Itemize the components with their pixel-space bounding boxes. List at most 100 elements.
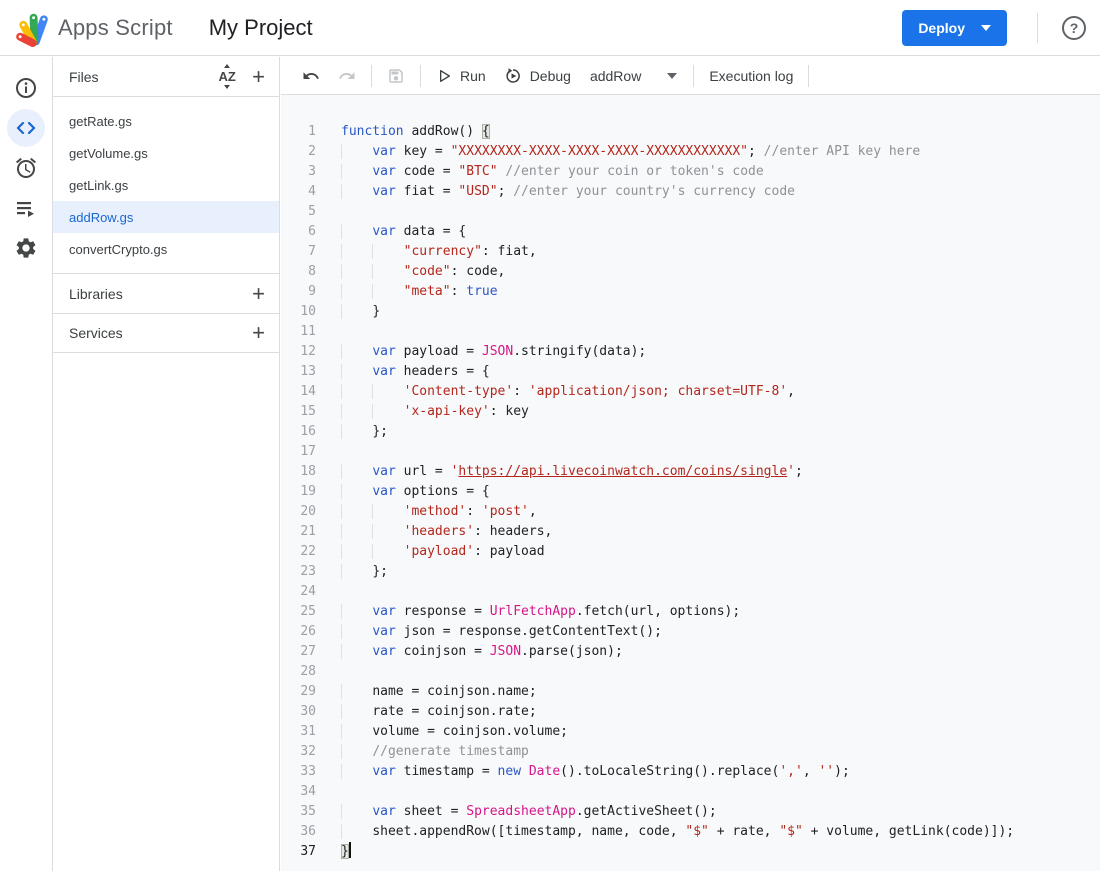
code-line[interactable]: 13 var headers = { <box>281 362 1100 382</box>
add-library-icon[interactable]: + <box>252 282 265 304</box>
add-file-icon[interactable]: + <box>252 65 265 87</box>
code-line[interactable]: 22 'payload': payload <box>281 542 1100 562</box>
code-line[interactable]: 21 'headers': headers, <box>281 522 1100 542</box>
code-line[interactable]: 25 var response = UrlFetchApp.fetch(url,… <box>281 602 1100 622</box>
line-number: 14 <box>300 384 316 399</box>
info-icon <box>16 78 36 98</box>
line-number: 31 <box>300 724 316 739</box>
code-line[interactable]: 32 //generate timestamp <box>281 742 1100 762</box>
code-text: 'Content-type': 'application/json; chars… <box>316 382 795 402</box>
line-number: 29 <box>300 684 316 699</box>
undo-button[interactable] <box>293 61 329 91</box>
line-number: 11 <box>300 324 316 339</box>
code-text: "code": code, <box>316 262 505 282</box>
code-text: var json = response.getContentText(); <box>316 622 662 642</box>
code-line[interactable]: 9 "meta": true <box>281 282 1100 302</box>
gear-icon <box>16 238 36 258</box>
code-line[interactable]: 35 var sheet = SpreadsheetApp.getActiveS… <box>281 802 1100 822</box>
code-line[interactable]: 27 var coinjson = JSON.parse(json); <box>281 642 1100 662</box>
code-line[interactable]: 30 rate = coinjson.rate; <box>281 702 1100 722</box>
save-icon <box>389 68 403 83</box>
code-line[interactable]: 31 volume = coinjson.volume; <box>281 722 1100 742</box>
code-editor[interactable]: 1 function addRow() {2 var key = "XXXXXXX… <box>281 95 1100 871</box>
code-text: 'headers': headers, <box>316 522 552 542</box>
apps-script-logo-icon[interactable] <box>12 8 52 48</box>
line-number: 12 <box>300 344 316 359</box>
code-text: var options = { <box>316 482 490 502</box>
sidebar-item-settings[interactable] <box>7 229 45 267</box>
line-number: 27 <box>300 644 316 659</box>
libraries-section: Libraries + <box>53 273 279 313</box>
debug-button[interactable]: Debug <box>495 61 580 91</box>
code-line[interactable]: 8 "code": code, <box>281 262 1100 282</box>
code-line[interactable]: 24 <box>281 582 1100 602</box>
code-line[interactable]: 4 var fiat = "USD"; //enter your country… <box>281 182 1100 202</box>
code-line[interactable]: 36 sheet.appendRow([timestamp, name, cod… <box>281 822 1100 842</box>
project-title[interactable]: My Project <box>209 15 313 41</box>
code-line[interactable]: 3 var code = "BTC" //enter your coin or … <box>281 162 1100 182</box>
deploy-button[interactable]: Deploy <box>902 9 1007 46</box>
code-line[interactable]: 18 var url = 'https://api.livecoinwatch.… <box>281 462 1100 482</box>
run-button[interactable]: Run <box>427 61 495 91</box>
files-title: Files <box>69 68 99 85</box>
code-line[interactable]: 10 } <box>281 302 1100 322</box>
code-text: var key = "XXXXXXXX-XXXX-XXXX-XXXX-XXXXX… <box>316 142 920 162</box>
code-text: var payload = JSON.stringify(data); <box>316 342 646 362</box>
code-text: var fiat = "USD"; //enter your country's… <box>316 182 795 202</box>
run-play-icon <box>440 69 450 82</box>
line-number: 7 <box>308 244 316 259</box>
sidebar-item-editor[interactable] <box>7 109 45 147</box>
apps-script-ide: Apps Script My Project Deploy ? Files AZ… <box>0 0 1100 871</box>
code-line[interactable]: 11 <box>281 322 1100 342</box>
code-line[interactable]: 28 <box>281 662 1100 682</box>
left-rail <box>0 57 53 871</box>
sidebar-item-overview[interactable] <box>7 69 45 107</box>
code-line[interactable]: 15 'x-api-key': key <box>281 402 1100 422</box>
code-line[interactable]: 34 <box>281 782 1100 802</box>
file-item[interactable]: convertCrypto.gs <box>53 233 279 265</box>
code-line[interactable]: 5 <box>281 202 1100 222</box>
add-service-icon[interactable]: + <box>252 322 265 344</box>
code-line[interactable]: 6 var data = { <box>281 222 1100 242</box>
help-icon[interactable]: ? <box>1062 15 1086 40</box>
line-number: 10 <box>300 304 316 319</box>
code-text: }; <box>316 422 388 442</box>
code-line[interactable]: 23 }; <box>281 562 1100 582</box>
save-button[interactable] <box>378 61 414 91</box>
file-item[interactable]: getLink.gs <box>53 169 279 201</box>
file-item[interactable]: addRow.gs <box>53 201 279 233</box>
file-item[interactable]: getRate.gs <box>53 105 279 137</box>
code-line[interactable]: 29 name = coinjson.name; <box>281 682 1100 702</box>
sidebar-item-triggers[interactable] <box>7 149 45 187</box>
code-text: var code = "BTC" //enter your coin or to… <box>316 162 764 182</box>
code-line[interactable]: 16 }; <box>281 422 1100 442</box>
code-text: function addRow() { <box>341 124 490 139</box>
sidebar-item-executions[interactable] <box>7 189 45 227</box>
line-number: 33 <box>300 764 316 779</box>
redo-button[interactable] <box>329 61 365 91</box>
function-selector-value: addRow <box>589 67 642 84</box>
code-line[interactable]: 1 function addRow() { <box>281 122 1100 142</box>
function-selector[interactable]: addRow <box>580 61 687 91</box>
execution-log-button[interactable]: Execution log <box>700 61 802 91</box>
file-item[interactable]: getVolume.gs <box>53 137 279 169</box>
code-line[interactable]: 20 'method': 'post', <box>281 502 1100 522</box>
code-line[interactable]: 19 var options = { <box>281 482 1100 502</box>
code-line[interactable]: 17 <box>281 442 1100 462</box>
code-line[interactable]: 12 var payload = JSON.stringify(data); <box>281 342 1100 362</box>
code-line[interactable]: 37} <box>281 842 1100 862</box>
code-line[interactable]: 2 var key = "XXXXXXXX-XXXX-XXXX-XXXX-XXX… <box>281 142 1100 162</box>
sort-files-icon[interactable]: AZ <box>214 64 240 89</box>
code-line[interactable]: 26 var json = response.getContentText(); <box>281 622 1100 642</box>
line-number: 16 <box>300 424 316 439</box>
line-number: 19 <box>300 484 316 499</box>
code-line[interactable]: 14 'Content-type': 'application/json; ch… <box>281 382 1100 402</box>
code-line[interactable]: 7 "currency": fiat, <box>281 242 1100 262</box>
code-text: } <box>341 842 351 859</box>
deploy-label: Deploy <box>918 19 965 36</box>
code-line[interactable]: 33 var timestamp = new Date().toLocaleSt… <box>281 762 1100 782</box>
line-number: 17 <box>300 444 316 459</box>
line-number: 25 <box>300 604 316 619</box>
